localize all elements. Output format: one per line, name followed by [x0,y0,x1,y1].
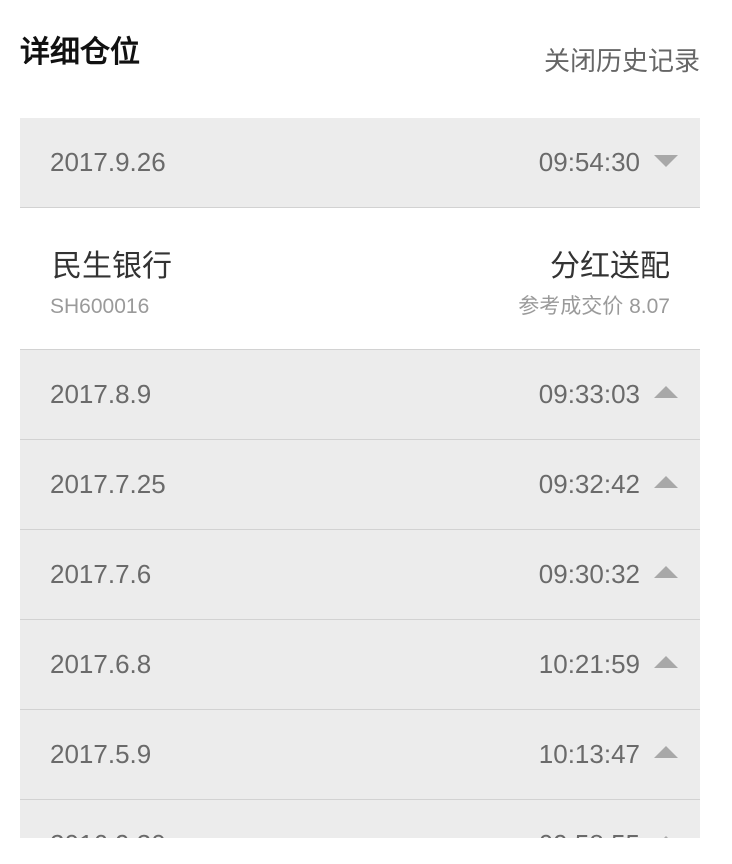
stock-code: SH600016 [50,295,150,318]
triangle-up-icon[interactable] [654,566,678,578]
row-date: 2017.8.9 [50,379,152,409]
triangle-up-icon[interactable] [654,656,678,668]
history-row[interactable]: 2017.9.26 09:54:30 [20,118,700,208]
row-time: 09:32:42 [538,469,640,499]
history-row[interactable]: 2017.6.8 10:21:59 [20,620,700,710]
row-date: 2017.9.26 [50,147,166,177]
triangle-down-icon[interactable] [654,155,678,167]
history-row[interactable]: 2017.5.9 10:13:47 [20,710,700,800]
history-row[interactable]: 2016.9.30 09:58:55 [20,800,700,838]
row-time: 09:33:03 [538,379,640,409]
page-title: 详细仓位 [20,36,140,69]
triangle-up-icon[interactable] [654,746,678,758]
position-detail: 民生银行 SH600016 分红送配 参考成交价 8.07 [20,208,700,350]
triangle-up-icon[interactable] [654,836,678,838]
row-date: 2017.6.8 [50,649,152,679]
stock-name: 民生银行 [52,250,172,283]
row-date: 2017.7.6 [50,559,152,589]
row-time: 09:54:30 [538,147,640,177]
history-row[interactable]: 2017.8.9 09:33:03 [20,350,700,440]
row-time: 10:21:59 [538,649,640,679]
triangle-up-icon[interactable] [654,476,678,488]
row-time: 10:13:47 [538,739,640,769]
position-history-list: 2017.9.26 09:54:30 民生银行 SH600016 分红送配 参考… [20,118,700,838]
row-date: 2017.7.25 [50,469,166,499]
triangle-up-icon[interactable] [654,386,678,398]
close-history-link[interactable]: 关闭历史记录 [544,44,700,78]
action-type: 分红送配 [550,250,670,283]
row-time: 09:58:55 [539,827,640,838]
reference-price: 参考成交价 8.07 [518,295,670,318]
row-date: 2017.5.9 [50,739,152,769]
history-row[interactable]: 2017.7.25 09:32:42 [20,440,700,530]
header: 详细仓位 关闭历史记录 [0,0,732,118]
row-date: 2016.9.30 [50,827,166,838]
row-time: 09:30:32 [538,559,640,589]
history-row[interactable]: 2017.7.6 09:30:32 [20,530,700,620]
